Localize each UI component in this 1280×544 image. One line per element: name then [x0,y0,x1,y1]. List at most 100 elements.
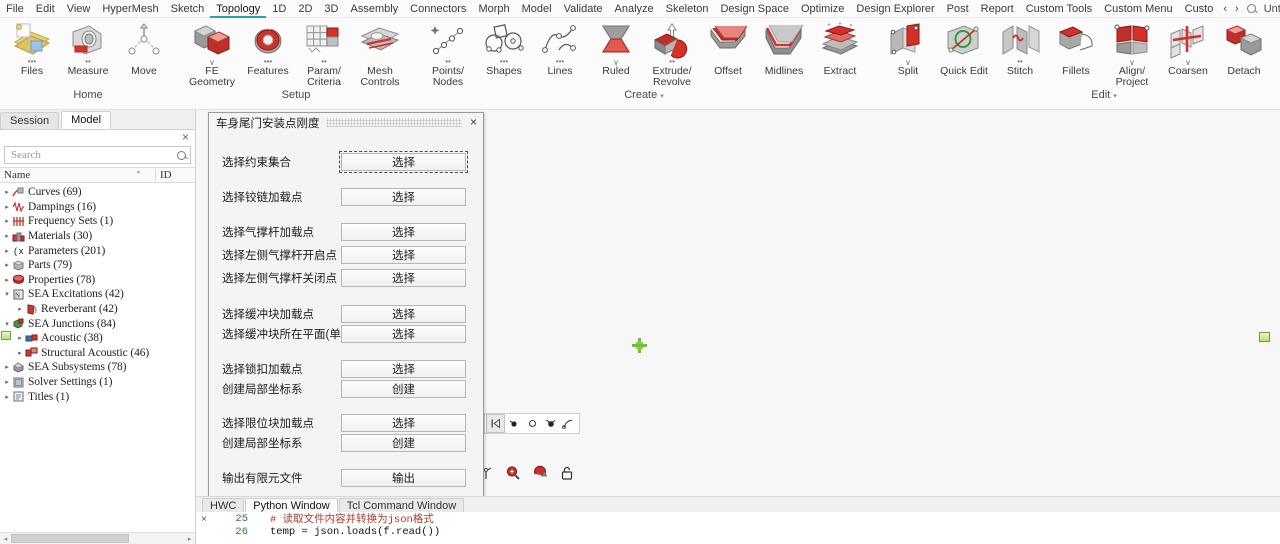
tree-item[interactable]: ▸(x)Parameters (201) [0,243,195,258]
close-icon[interactable]: × [182,131,189,143]
scroll-right-arrow[interactable]: ▸ [184,535,195,543]
ribbon-button-ruled[interactable]: ∨ Ruled [588,18,644,77]
close-icon[interactable]: × [201,514,207,525]
tree-expander-icon[interactable]: ▸ [15,334,25,342]
console-tab-python-window[interactable]: Python Window [245,498,338,512]
dialog-row-button[interactable]: 选择 [341,246,466,264]
dialog-row-button[interactable]: 选择 [341,223,466,241]
ribbon-button-quick-edit[interactable]: Quick Edit [936,18,992,77]
tree-item[interactable]: ▸ Reverberant (42) [0,302,195,317]
ribbon-button-stitch[interactable]: •• Stitch [992,18,1048,77]
ribbon-button-coarsen[interactable]: ∨ Coarsen [1160,18,1216,77]
dialog-row-button[interactable]: 选择 [339,151,468,173]
ribbon-button-align-project[interactable]: ∨ Align/ Project [1104,18,1160,88]
dialog-row-button[interactable]: 创建 [341,434,466,452]
tree-item[interactable]: ▸ Curves (69) [0,185,195,200]
stiffness-dialog[interactable]: 车身尾门安装点刚度 × 选择约束集合 选择 选择铰链加载点 选择 选择气撑杆加载点 选择选… [208,112,484,522]
dialog-row-button[interactable]: 选择 [341,305,466,323]
menu-item-optimize[interactable]: Optimize [795,0,850,18]
tree-expander-icon[interactable]: ▸ [2,261,12,269]
menu-item-custom-tools[interactable]: Custom Tools [1020,0,1098,18]
menu-item-custo[interactable]: Custo [1179,0,1220,18]
model-tree[interactable]: ▸ Curves (69) ▸ Dampings (16) ▸ Frequency Set… [0,183,195,513]
dialog-row-button[interactable]: 选择 [341,414,466,432]
ribbon-button-move[interactable]: Move [116,18,172,77]
menu-item-assembly[interactable]: Assembly [344,0,404,18]
tree-expander-icon[interactable]: ▸ [2,247,12,255]
menu-item-3d[interactable]: 3D [318,0,344,18]
ribbon-button-shapes[interactable]: ••• Shapes [476,18,532,77]
ribbon-button-measure[interactable]: •• Measure [60,18,116,77]
search-input[interactable] [9,148,177,162]
python-console-output[interactable]: × 25 # 读取文件内容并转换为json格式 26 temp = json.load… [196,512,1280,544]
ribbon-button-extract[interactable]: Extract [812,18,868,77]
ribbon-group-title[interactable]: Edit ▾ [880,89,1280,101]
chevron-down-icon[interactable]: ▾ [1113,93,1117,100]
menu-item-2d[interactable]: 2D [292,0,318,18]
dialog-drag-grip[interactable] [325,118,462,127]
tree-item[interactable]: ▸ Acoustic (38) [0,331,195,346]
node-icon[interactable] [505,414,523,433]
ribbon-button-extrude-revolve[interactable]: •• Extrude/ Revolve [644,18,700,88]
search-icon[interactable] [1243,0,1260,18]
dialog-row-button[interactable]: 选择 [341,269,466,287]
zoom-icon[interactable] [505,465,521,484]
tree-expander-icon[interactable]: ▸ [2,232,12,240]
dialog-title-bar[interactable]: 车身尾门安装点刚度 × [209,113,483,132]
ribbon-button-param-criteria[interactable]: •• Param/ Criteria [296,18,352,88]
ribbon-button-fillets[interactable]: Fillets [1048,18,1104,77]
menu-item-model[interactable]: Model [516,0,558,18]
ribbon-group-title[interactable]: Create ▾ [420,89,868,101]
scrollbar-track[interactable] [11,533,184,544]
menu-item-sketch[interactable]: Sketch [165,0,211,18]
document-name-dropdown[interactable]: Untitled▾ [1260,0,1280,18]
column-header-id[interactable]: ID [155,169,195,181]
dialog-row-button[interactable]: 输出 [341,469,466,487]
scrollbar-thumb[interactable] [11,534,129,543]
menu-item-design-space[interactable]: Design Space [714,0,795,18]
menu-item-custom-menu[interactable]: Custom Menu [1098,0,1178,18]
rotate-icon[interactable] [532,465,549,484]
chevron-down-icon[interactable]: ▾ [660,93,664,100]
tree-item[interactable]: ▸ Frequency Sets (1) [0,214,195,229]
menu-item-file[interactable]: File [0,0,30,18]
menu-item-hypermesh[interactable]: HyperMesh [96,0,164,18]
nav-next-button[interactable]: › [1231,0,1243,18]
tree-expander-icon[interactable]: ▸ [2,393,12,401]
horizontal-scrollbar[interactable]: ◂ ▸ [0,532,195,544]
console-tab-tcl-command-window[interactable]: Tcl Command Window [338,498,465,512]
tree-expander-icon[interactable]: ▸ [15,305,25,313]
tree-item[interactable]: ▸ Materials (30) [0,229,195,244]
tree-item[interactable]: ▾ N SEA Excitations (42) [0,287,195,302]
close-icon[interactable]: × [468,116,479,128]
first-frame-icon[interactable] [486,414,505,433]
tree-item[interactable]: ▸ SEA Subsystems (78) [0,360,195,375]
ribbon-button-lines[interactable]: ••• Lines [532,18,588,77]
ribbon-button-box-trim[interactable]: Box Trim [1272,18,1280,77]
dialog-row-button[interactable]: 选择 [341,325,466,343]
ribbon-button-fe-geometry[interactable]: ∨ FE Geometry [184,18,240,88]
ribbon-button-points-nodes[interactable]: •• Points/ Nodes [420,18,476,88]
search-input-wrapper[interactable] [4,146,191,164]
tree-item[interactable]: ▸ Solver Settings (1) [0,375,195,390]
tree-item[interactable]: ▸ Dampings (16) [0,200,195,215]
menu-item-post[interactable]: Post [941,0,975,18]
menu-item-view[interactable]: View [61,0,97,18]
tree-expander-icon[interactable]: ▾ [2,290,12,298]
tree-item[interactable]: ▸ Parts (79) [0,258,195,273]
nav-prev-button[interactable]: ‹ [1219,0,1231,18]
console-tab-hwc[interactable]: HWC [202,498,245,512]
dialog-row-button[interactable]: 选择 [341,360,466,378]
lock-icon[interactable] [560,465,574,484]
menu-item-morph[interactable]: Morph [472,0,515,18]
menu-item-report[interactable]: Report [975,0,1020,18]
view-controls-toolbar[interactable] [478,465,574,484]
tree-expander-icon[interactable]: ▸ [2,378,12,386]
tree-item[interactable]: ▾ SEA Junctions (84) [0,316,195,331]
menu-item-edit[interactable]: Edit [30,0,61,18]
tree-expander-icon[interactable]: ▸ [2,276,12,284]
tree-item[interactable]: ▸ Properties (78) [0,273,195,288]
tree-expander-icon[interactable]: ▾ [2,320,12,328]
ribbon-button-mesh-controls[interactable]: Mesh Controls [352,18,408,88]
tree-item[interactable]: ▸ Structural Acoustic (46) [0,346,195,361]
